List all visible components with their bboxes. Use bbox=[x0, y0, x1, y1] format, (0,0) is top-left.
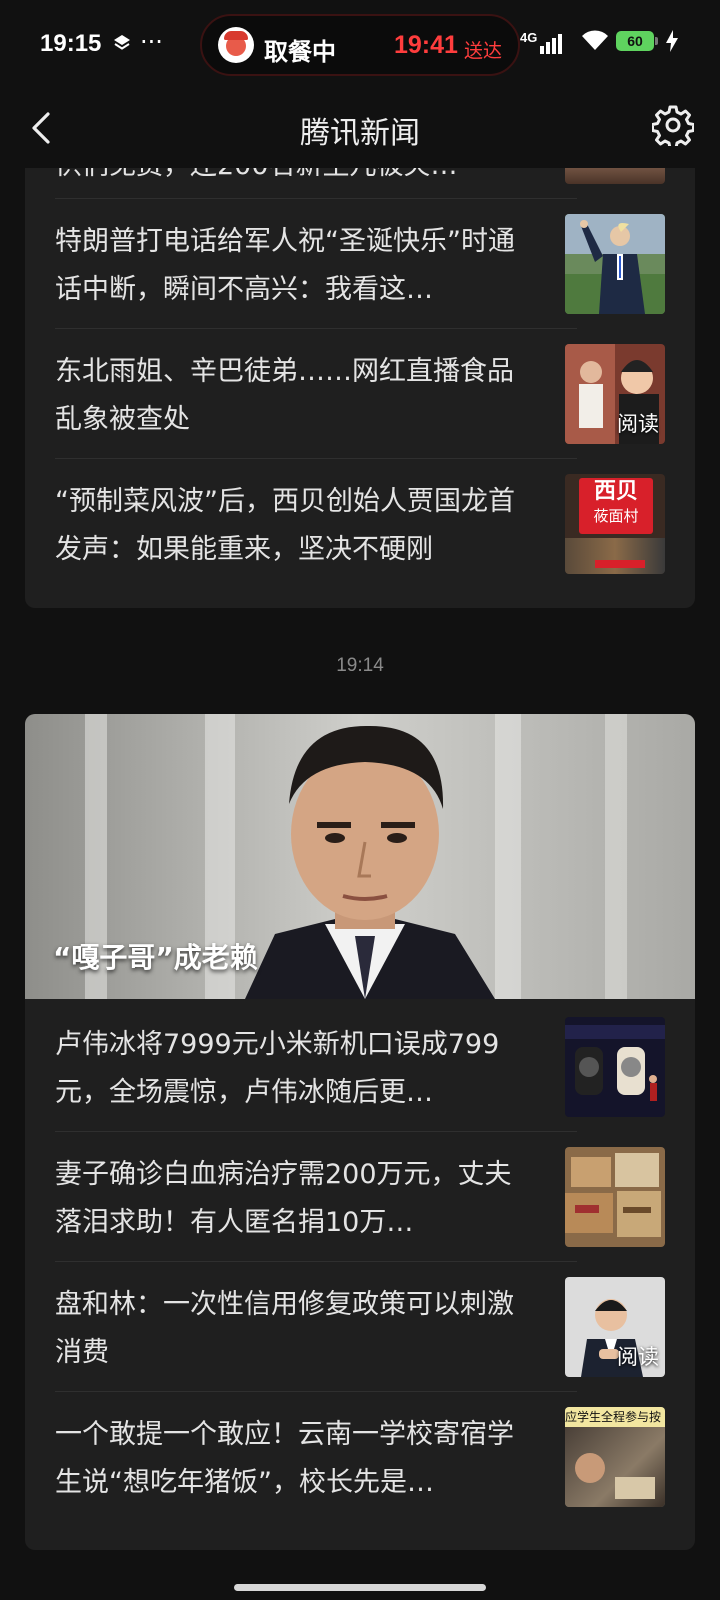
news-thumbnail: 阅读 bbox=[565, 1277, 665, 1377]
divider bbox=[55, 328, 577, 329]
hero-caption: “嘎子哥”成老赖 bbox=[53, 941, 258, 974]
news-item[interactable]: “预制菜风波”后，西贝创始人贾国龙首发声：如果能重来，坚决不硬刚 西贝 莜面村 bbox=[25, 458, 695, 588]
news-card-top: 供们免费，还200名新生儿被夹… 特朗普打电话给军人祝“圣诞快乐”时通话中断，瞬… bbox=[25, 168, 695, 608]
battery-tip bbox=[655, 37, 658, 45]
news-headline[interactable]: 特朗普打电话给军人祝“圣诞快乐”时通话中断，瞬间不高兴：我看这… bbox=[55, 218, 537, 314]
news-thumbnail bbox=[565, 214, 665, 314]
news-card-bottom: “嘎子哥”成老赖 卢伟冰将7999元小米新机口误成799元，全场震惊，卢伟冰随后… bbox=[25, 714, 695, 1550]
divider bbox=[55, 1131, 577, 1132]
news-headline[interactable]: 东北雨姐、辛巴徒弟……网红直播食品乱象被查处 bbox=[55, 348, 537, 444]
home-indicator[interactable] bbox=[234, 1584, 486, 1591]
charging-icon bbox=[666, 30, 678, 57]
news-item[interactable]: 东北雨姐、辛巴徒弟……网红直播食品乱象被查处 阅读 bbox=[25, 328, 695, 458]
news-headline[interactable]: 妻子确诊白血病治疗需200万元，丈夫落泪求助！有人匿名捐10万… bbox=[55, 1151, 537, 1247]
news-headline[interactable]: 一个敢提一个敢应！云南一学校寄宿学生说“想吃年猪饭”，校长先是… bbox=[55, 1411, 537, 1507]
divider bbox=[55, 458, 577, 459]
news-thumbnail: 西贝 莜面村 bbox=[565, 474, 665, 574]
settings-button[interactable] bbox=[651, 104, 695, 150]
divider bbox=[55, 1391, 577, 1392]
live-activity-pill[interactable]: 取餐中 19:41 送达 bbox=[200, 14, 520, 76]
shop-sign-bottom: 莜面村 bbox=[593, 507, 639, 525]
news-item[interactable]: 卢伟冰将7999元小米新机口误成799元，全场震惊，卢伟冰随后更… bbox=[25, 1001, 695, 1131]
status-bar: 19:15 ··· 取餐中 19:41 送达 4G 60 bbox=[0, 0, 720, 90]
battery-icon: 60 bbox=[616, 31, 654, 51]
live-activity-eta-suffix: 送达 bbox=[464, 40, 503, 62]
layers-icon bbox=[112, 33, 132, 58]
page-title: 腾讯新闻 bbox=[300, 116, 420, 151]
gear-icon bbox=[651, 105, 695, 150]
partial-headline[interactable]: 供们免费，还200名新生儿被夹… bbox=[55, 168, 537, 190]
shop-sign-top: 西贝 bbox=[593, 479, 638, 504]
read-badge: 阅读 bbox=[617, 412, 659, 436]
news-item[interactable]: 特朗普打电话给军人祝“圣诞快乐”时通话中断，瞬间不高兴：我看这… bbox=[25, 198, 695, 328]
news-item[interactable]: 盘和林：一次性信用修复政策可以刺激消费 阅读 bbox=[25, 1261, 695, 1391]
news-item[interactable]: 一个敢提一个敢应！云南一学校寄宿学生说“想吃年猪饭”，校长先是… 应学生全程参与… bbox=[25, 1391, 695, 1521]
partial-thumbnail bbox=[565, 168, 665, 184]
news-thumbnail bbox=[565, 1017, 665, 1117]
divider bbox=[55, 1261, 577, 1262]
wifi-icon bbox=[580, 28, 610, 58]
news-headline[interactable]: 卢伟冰将7999元小米新机口误成799元，全场震惊，卢伟冰随后更… bbox=[55, 1021, 537, 1117]
news-headline[interactable]: 盘和林：一次性信用修复政策可以刺激消费 bbox=[55, 1281, 537, 1377]
hero-image[interactable]: “嘎子哥”成老赖 bbox=[25, 714, 695, 999]
news-headline[interactable]: “预制菜风波”后，西贝创始人贾国龙首发声：如果能重来，坚决不硬刚 bbox=[55, 478, 537, 574]
delivery-avatar-icon bbox=[218, 27, 254, 63]
feed-timestamp: 19:14 bbox=[336, 655, 384, 676]
more-notifications-icon: ··· bbox=[140, 28, 163, 56]
read-badge: 阅读 bbox=[617, 1345, 659, 1369]
network-type: 4G bbox=[520, 30, 538, 45]
news-thumbnail: 阅读 bbox=[565, 344, 665, 444]
news-thumbnail bbox=[565, 1147, 665, 1247]
live-activity-eta: 19:41 bbox=[394, 31, 458, 59]
app-header: 腾讯新闻 bbox=[0, 90, 720, 168]
divider bbox=[55, 198, 577, 199]
status-time: 19:15 bbox=[40, 30, 102, 57]
live-activity-label: 取餐中 bbox=[264, 38, 336, 66]
news-item[interactable]: 妻子确诊白血病治疗需200万元，丈夫落泪求助！有人匿名捐10万… bbox=[25, 1131, 695, 1261]
thumbnail-banner: 应学生全程参与按 bbox=[565, 1407, 665, 1427]
shop-sign: 西贝 莜面村 bbox=[579, 478, 653, 534]
news-thumbnail: 应学生全程参与按 bbox=[565, 1407, 665, 1507]
